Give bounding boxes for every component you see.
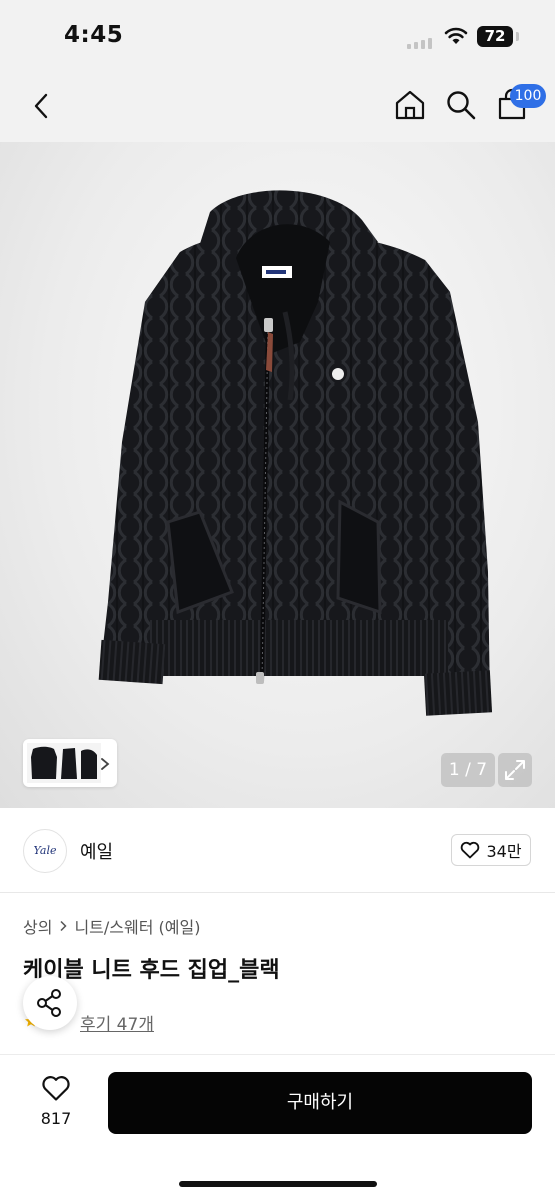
- wishlist-count: 817: [40, 1109, 72, 1128]
- heart-icon: [42, 1076, 70, 1101]
- heart-icon: [461, 841, 480, 859]
- battery-tip: [516, 32, 519, 41]
- home-icon[interactable]: [392, 87, 428, 123]
- breadcrumb-category[interactable]: 상의: [23, 914, 52, 938]
- share-button[interactable]: [23, 976, 77, 1030]
- chevron-right-icon[interactable]: [98, 757, 112, 771]
- status-bar: 4:45 72: [0, 0, 555, 72]
- breadcrumb-subcategory[interactable]: 니트/스웨터 (예일): [74, 914, 200, 938]
- chevron-left-icon[interactable]: [24, 88, 58, 124]
- thumbnail-images: [27, 743, 101, 783]
- product-photo: [98, 190, 493, 716]
- search-icon[interactable]: [443, 87, 479, 123]
- top-navigation: [0, 72, 555, 142]
- expand-icon: [505, 760, 525, 780]
- brand-logo[interactable]: Yale: [23, 829, 67, 873]
- brand-like-button[interactable]: 34만: [451, 834, 531, 866]
- battery-indicator: 72: [477, 26, 513, 47]
- chevron-right-icon: [60, 920, 68, 932]
- image-counter: 1 / 7: [441, 753, 495, 787]
- home-indicator[interactable]: [179, 1181, 377, 1187]
- brand-row[interactable]: Yale 예일 34만: [0, 808, 555, 893]
- product-image-gallery[interactable]: [0, 142, 555, 808]
- share-icon: [37, 989, 61, 1017]
- breadcrumb: 상의 니트/스웨터 (예일): [23, 914, 200, 938]
- review-count-link[interactable]: 후기 47개: [80, 1010, 154, 1035]
- wishlist-button[interactable]: 817: [26, 1074, 86, 1128]
- cellular-signal-icon: [407, 38, 432, 49]
- wifi-icon: [444, 27, 468, 44]
- status-time: 4:45: [64, 22, 124, 48]
- brand-name[interactable]: 예일: [80, 838, 113, 864]
- expand-button[interactable]: [498, 753, 532, 787]
- brand-like-count: 34만: [486, 842, 522, 861]
- cart-count-badge: 100: [510, 84, 546, 108]
- buy-button[interactable]: 구매하기: [108, 1072, 532, 1134]
